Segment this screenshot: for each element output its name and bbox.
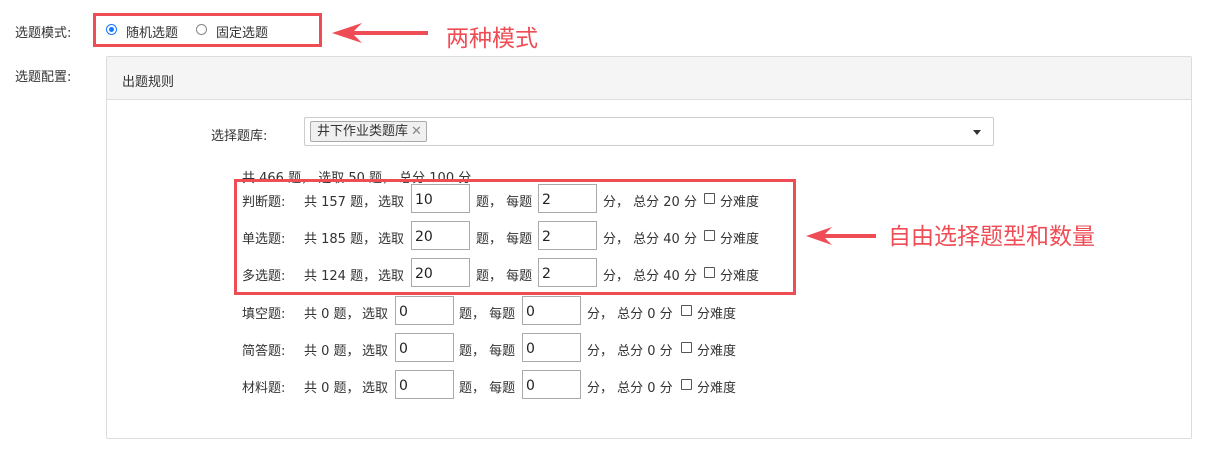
table-row: 材料题: 共 0 题， 选取 题， 每题 分， 总分 0 分 分难度 xyxy=(242,370,762,400)
row-type: 简答题: xyxy=(242,344,286,359)
row-select-label: 选取 xyxy=(362,344,389,359)
bank-select[interactable]: 井下作业类题库 ✕ xyxy=(304,117,994,146)
select-count-input[interactable] xyxy=(395,370,454,399)
mode-annotation: 两种模式 xyxy=(446,26,538,52)
select-count-input[interactable] xyxy=(395,333,454,362)
close-icon[interactable]: ✕ xyxy=(411,124,422,139)
per-score-input[interactable] xyxy=(522,370,581,399)
rows-highlight-box xyxy=(234,179,796,295)
row-select-label: 选取 xyxy=(362,307,389,322)
select-count-input[interactable] xyxy=(395,296,454,325)
per-score-input[interactable] xyxy=(522,296,581,325)
arrow-left-icon xyxy=(332,23,428,43)
row-per-label: 题， 每题 xyxy=(459,344,516,359)
bank-tag-label: 井下作业类题库 xyxy=(317,124,409,139)
per-score-input[interactable] xyxy=(522,333,581,362)
config-label: 选题配置: xyxy=(15,70,72,85)
rows-annotation: 自由选择题型和数量 xyxy=(888,224,1095,250)
row-total: 共 0 题， xyxy=(304,381,360,396)
panel-title: 出题规则 xyxy=(122,75,175,90)
panel-header: 出题规则 xyxy=(107,57,1191,100)
mode-highlight-box xyxy=(93,13,322,47)
row-total: 共 0 题， xyxy=(304,307,360,322)
difficulty-label: 分难度 xyxy=(697,381,737,396)
caret-down-icon[interactable] xyxy=(973,130,981,135)
mode-label: 选题模式: xyxy=(15,26,72,41)
row-type: 填空题: xyxy=(242,307,286,322)
row-select-label: 选取 xyxy=(362,381,389,396)
row-per-label: 题， 每题 xyxy=(459,307,516,322)
row-total: 共 0 题， xyxy=(304,344,360,359)
row-type: 材料题: xyxy=(242,381,286,396)
arrow-left-icon xyxy=(806,227,876,245)
difficulty-label: 分难度 xyxy=(697,344,737,359)
row-per-label: 题， 每题 xyxy=(459,381,516,396)
row-score: 分， 总分 0 分 xyxy=(587,344,673,359)
row-score: 分， 总分 0 分 xyxy=(587,307,673,322)
difficulty-checkbox[interactable] xyxy=(681,305,692,316)
table-row: 简答题: 共 0 题， 选取 题， 每题 分， 总分 0 分 分难度 xyxy=(242,333,762,363)
bank-tag: 井下作业类题库 ✕ xyxy=(310,121,427,142)
difficulty-label: 分难度 xyxy=(697,307,737,322)
difficulty-checkbox[interactable] xyxy=(681,379,692,390)
bank-label: 选择题库: xyxy=(211,129,268,144)
row-score: 分， 总分 0 分 xyxy=(587,381,673,396)
table-row: 填空题: 共 0 题， 选取 题， 每题 分， 总分 0 分 分难度 xyxy=(242,296,762,326)
difficulty-checkbox[interactable] xyxy=(681,342,692,353)
